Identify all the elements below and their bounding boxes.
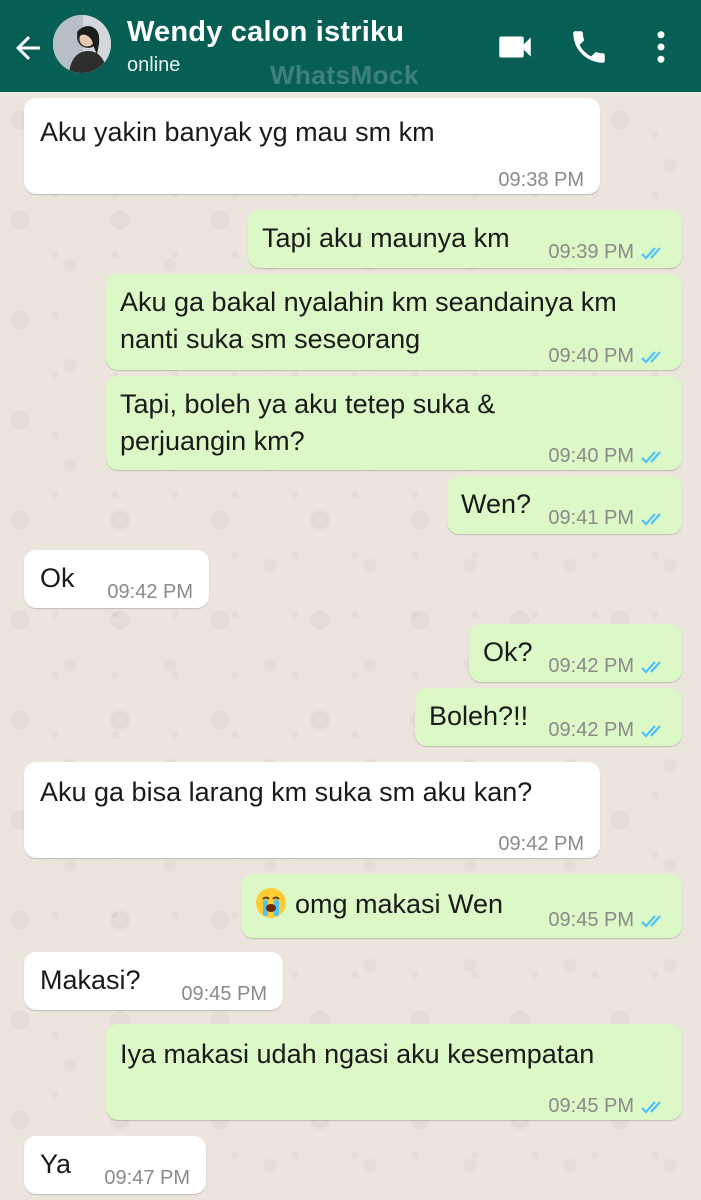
message-bubble-incoming[interactable]: Aku ga bisa larang km suka sm aku kan? 0…: [24, 762, 600, 858]
message-list: Aku yakin banyak yg mau sm km 09:38 PM T…: [0, 92, 701, 1200]
phone-icon[interactable]: [568, 26, 610, 68]
message-text: Ya: [40, 1149, 72, 1179]
back-arrow-icon[interactable]: [10, 30, 46, 66]
message-text: Aku yakin banyak yg mau sm km: [40, 117, 435, 147]
message-bubble-incoming[interactable]: Ok 09:42 PM: [24, 550, 209, 608]
message-bubble-outgoing[interactable]: Wen? 09:41 PM: [447, 476, 682, 534]
message-time: 09:45 PM: [548, 1095, 634, 1117]
message-bubble-incoming[interactable]: Ya 09:47 PM: [24, 1136, 206, 1194]
message-bubble-outgoing[interactable]: omg makasi Wen 09:45 PM: [241, 874, 682, 938]
message-time: 09:47 PM: [104, 1167, 190, 1189]
message-text: omg makasi Wen: [295, 889, 504, 919]
chat-header: Wendy calon istriku online WhatsMock: [0, 0, 701, 92]
message-text: Tapi, boleh ya aku tetep suka &: [120, 389, 496, 419]
read-receipt-icon: [641, 350, 661, 364]
message-bubble-incoming[interactable]: Makasi? 09:45 PM: [24, 952, 283, 1010]
contact-name[interactable]: Wendy calon istriku: [127, 16, 404, 49]
message-time: 09:45 PM: [548, 909, 634, 931]
loudly-crying-face-emoji: [256, 888, 286, 918]
message-bubble-outgoing[interactable]: Tapi, boleh ya aku tetep suka & perjuang…: [106, 376, 682, 470]
message-time: 09:42 PM: [107, 581, 193, 603]
message-text: Boleh?!!: [429, 701, 529, 731]
read-receipt-icon: [641, 1100, 661, 1114]
message-text: Makasi?: [40, 965, 141, 995]
message-text-line2: nanti suka sm seseorang: [120, 324, 421, 354]
message-time: 09:40 PM: [548, 345, 634, 367]
read-receipt-icon: [641, 914, 661, 928]
contact-status: online: [127, 54, 181, 76]
message-bubble-incoming[interactable]: Aku yakin banyak yg mau sm km 09:38 PM: [24, 98, 600, 194]
message-bubble-outgoing[interactable]: Tapi aku maunya km 09:39 PM: [248, 210, 682, 268]
read-receipt-icon: [641, 246, 661, 260]
message-bubble-outgoing[interactable]: Iya makasi udah ngasi aku kesempatan 09:…: [106, 1024, 682, 1120]
message-time: 09:45 PM: [181, 983, 267, 1005]
message-bubble-outgoing[interactable]: Aku ga bakal nyalahin km seandainya km n…: [106, 274, 682, 370]
message-text: Iya makasi udah ngasi aku kesempatan: [120, 1039, 595, 1069]
read-receipt-icon: [641, 512, 661, 526]
message-time: 09:38 PM: [498, 169, 584, 191]
read-receipt-icon: [641, 660, 661, 674]
message-text: Ok?: [483, 637, 533, 667]
message-time: 09:41 PM: [548, 507, 634, 529]
more-vert-icon[interactable]: [640, 26, 682, 68]
message-text: Aku ga bisa larang km suka sm aku kan?: [40, 777, 533, 807]
message-time: 09:42 PM: [548, 719, 634, 741]
message-text: Wen?: [461, 489, 532, 519]
message-time: 09:42 PM: [548, 655, 634, 677]
message-text-line2: perjuangin km?: [120, 426, 305, 456]
message-time: 09:40 PM: [548, 445, 634, 467]
read-receipt-icon: [641, 450, 661, 464]
message-bubble-outgoing[interactable]: Ok? 09:42 PM: [469, 624, 682, 682]
message-bubble-outgoing[interactable]: Boleh?!! 09:42 PM: [415, 688, 682, 746]
avatar[interactable]: [53, 15, 111, 73]
video-call-icon[interactable]: [494, 26, 536, 68]
message-text: Tapi aku maunya km: [262, 223, 510, 253]
watermark: WhatsMock: [270, 60, 419, 90]
read-receipt-icon: [641, 724, 661, 738]
message-time: 09:42 PM: [498, 833, 584, 855]
message-text: Aku ga bakal nyalahin km seandainya km: [120, 287, 617, 317]
message-time: 09:39 PM: [548, 241, 634, 263]
message-text: Ok: [40, 563, 75, 593]
